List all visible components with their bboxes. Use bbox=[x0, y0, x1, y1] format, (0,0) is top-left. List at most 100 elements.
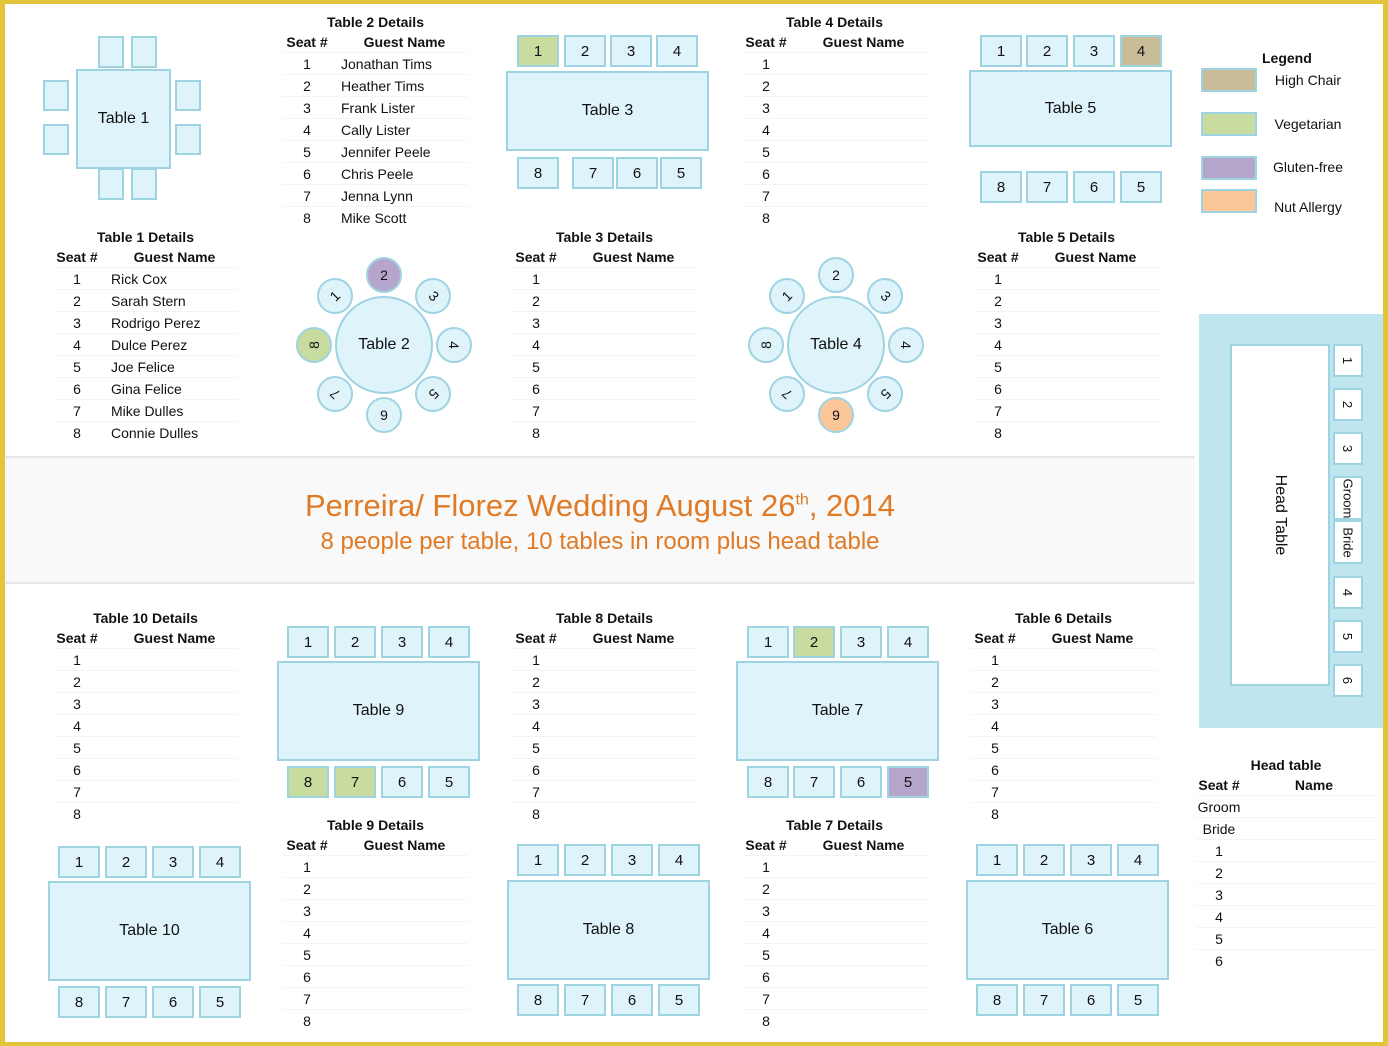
table-4[interactable]: Table 4 bbox=[787, 296, 885, 394]
seat-6[interactable]: 6 bbox=[616, 157, 658, 189]
seat-5[interactable]: 5 bbox=[1117, 984, 1159, 1016]
seat-1[interactable]: 1 bbox=[517, 35, 559, 67]
seat-6[interactable]: 6 bbox=[611, 984, 653, 1016]
head-seat-2[interactable]: 2 bbox=[1333, 388, 1363, 421]
seat-5[interactable]: 5 bbox=[199, 986, 241, 1018]
guest-row[interactable]: 4 bbox=[974, 333, 1159, 355]
guest-name[interactable] bbox=[560, 290, 697, 311]
seat-4[interactable]: 4 bbox=[887, 626, 929, 658]
guest-name[interactable] bbox=[101, 649, 238, 670]
guest-name[interactable] bbox=[560, 781, 697, 802]
guest-row[interactable]: 3 bbox=[971, 692, 1156, 714]
guest-row[interactable]: 5 Joe Felice bbox=[53, 355, 238, 377]
guest-name[interactable] bbox=[1022, 378, 1159, 399]
guest-row[interactable]: 5 bbox=[974, 355, 1159, 377]
head-seat-bride[interactable]: Bride bbox=[1333, 520, 1363, 564]
guest-row[interactable]: 5 bbox=[53, 736, 238, 758]
guest-row[interactable]: 8 bbox=[742, 1009, 927, 1031]
seat-7[interactable]: 7 bbox=[316, 376, 353, 413]
seat-9[interactable]: 9 bbox=[366, 397, 402, 433]
seat-5[interactable]: 5 bbox=[658, 984, 700, 1016]
seat-6[interactable]: 6 bbox=[1073, 171, 1115, 203]
seat-1[interactable]: 1 bbox=[517, 844, 559, 876]
guest-name[interactable] bbox=[560, 268, 697, 289]
guest-row[interactable]: 2 bbox=[53, 670, 238, 692]
guest-name[interactable] bbox=[790, 922, 927, 943]
guest-name[interactable]: Jennifer Peele bbox=[331, 141, 468, 162]
guest-row[interactable]: 2 Sarah Stern bbox=[53, 289, 238, 311]
guest-name[interactable]: Jenna Lynn bbox=[331, 185, 468, 206]
table-9[interactable]: Table 9 bbox=[277, 661, 480, 761]
seat-7[interactable]: 7 bbox=[1023, 984, 1065, 1016]
guest-row[interactable]: 2 bbox=[974, 289, 1159, 311]
seat-5[interactable]: 5 bbox=[887, 766, 929, 798]
seat[interactable] bbox=[98, 168, 124, 200]
table-2[interactable]: Table 2 bbox=[335, 296, 433, 394]
seat-8[interactable]: 8 bbox=[980, 171, 1022, 203]
guest-row[interactable]: 8 bbox=[512, 802, 697, 824]
guest-row[interactable]: 3 bbox=[742, 96, 927, 118]
table-6[interactable]: Table 6 bbox=[966, 880, 1169, 980]
guest-name[interactable] bbox=[1242, 884, 1376, 905]
guest-row[interactable]: 2 bbox=[283, 877, 468, 899]
table-8[interactable]: Table 8 bbox=[507, 880, 710, 980]
table-5[interactable]: Table 5 bbox=[969, 70, 1172, 147]
seat-1[interactable]: 1 bbox=[58, 846, 100, 878]
seat-4[interactable]: 4 bbox=[436, 327, 472, 363]
guest-name[interactable]: Mike Scott bbox=[331, 207, 468, 228]
guest-row[interactable]: 6 bbox=[742, 965, 927, 987]
seat-4[interactable]: 4 bbox=[658, 844, 700, 876]
seat-2[interactable]: 2 bbox=[564, 35, 606, 67]
guest-row[interactable]: 5 bbox=[512, 736, 697, 758]
guest-row[interactable]: 7 bbox=[971, 780, 1156, 802]
guest-row[interactable]: 7 Jenna Lynn bbox=[283, 184, 468, 206]
guest-row[interactable]: 4 Cally Lister bbox=[283, 118, 468, 140]
guest-name[interactable]: Gina Felice bbox=[101, 378, 238, 399]
guest-row[interactable]: Bride bbox=[1196, 817, 1376, 839]
seat-1[interactable]: 1 bbox=[287, 626, 329, 658]
guest-name[interactable] bbox=[560, 737, 697, 758]
guest-row[interactable]: 8 Connie Dulles bbox=[53, 421, 238, 443]
guest-row[interactable]: 4 bbox=[283, 921, 468, 943]
guest-name[interactable] bbox=[560, 649, 697, 670]
guest-name[interactable] bbox=[1242, 818, 1376, 839]
guest-row[interactable]: 1 bbox=[742, 52, 927, 74]
seat-2[interactable]: 2 bbox=[564, 844, 606, 876]
seat-7[interactable]: 7 bbox=[768, 376, 805, 413]
guest-row[interactable]: 6 bbox=[971, 758, 1156, 780]
guest-name[interactable] bbox=[331, 944, 468, 965]
guest-name[interactable]: Joe Felice bbox=[101, 356, 238, 377]
seat[interactable] bbox=[43, 80, 69, 111]
guest-row[interactable]: 3 Frank Lister bbox=[283, 96, 468, 118]
seat[interactable] bbox=[131, 36, 157, 68]
guest-name[interactable]: Mike Dulles bbox=[101, 400, 238, 421]
guest-name[interactable] bbox=[790, 97, 927, 118]
seat-2[interactable]: 2 bbox=[105, 846, 147, 878]
guest-row[interactable]: 6 bbox=[742, 162, 927, 184]
guest-row[interactable]: 1 bbox=[742, 855, 927, 877]
guest-name[interactable] bbox=[560, 693, 697, 714]
seat-3[interactable]: 3 bbox=[867, 277, 904, 314]
guest-name[interactable] bbox=[1022, 334, 1159, 355]
seat-3[interactable]: 3 bbox=[1073, 35, 1115, 67]
guest-row[interactable]: 2 bbox=[512, 289, 697, 311]
seat-1[interactable]: 1 bbox=[747, 626, 789, 658]
seat-8[interactable]: 8 bbox=[517, 157, 559, 189]
guest-name[interactable] bbox=[1242, 950, 1376, 971]
guest-name[interactable]: Rodrigo Perez bbox=[101, 312, 238, 333]
seat-9[interactable]: 9 bbox=[818, 397, 854, 433]
guest-name[interactable] bbox=[1019, 693, 1156, 714]
guest-name[interactable] bbox=[331, 966, 468, 987]
guest-name[interactable] bbox=[331, 1010, 468, 1031]
head-seat-4[interactable]: 4 bbox=[1333, 576, 1363, 609]
seat-5[interactable]: 5 bbox=[415, 376, 452, 413]
guest-name[interactable] bbox=[790, 185, 927, 206]
guest-name[interactable] bbox=[790, 163, 927, 184]
guest-name[interactable] bbox=[1022, 268, 1159, 289]
guest-row[interactable]: 7 bbox=[512, 399, 697, 421]
guest-row[interactable]: 6 Chris Peele bbox=[283, 162, 468, 184]
seat-8[interactable]: 8 bbox=[747, 766, 789, 798]
guest-name[interactable] bbox=[1022, 290, 1159, 311]
guest-row[interactable]: 2 bbox=[742, 74, 927, 96]
guest-name[interactable] bbox=[560, 334, 697, 355]
